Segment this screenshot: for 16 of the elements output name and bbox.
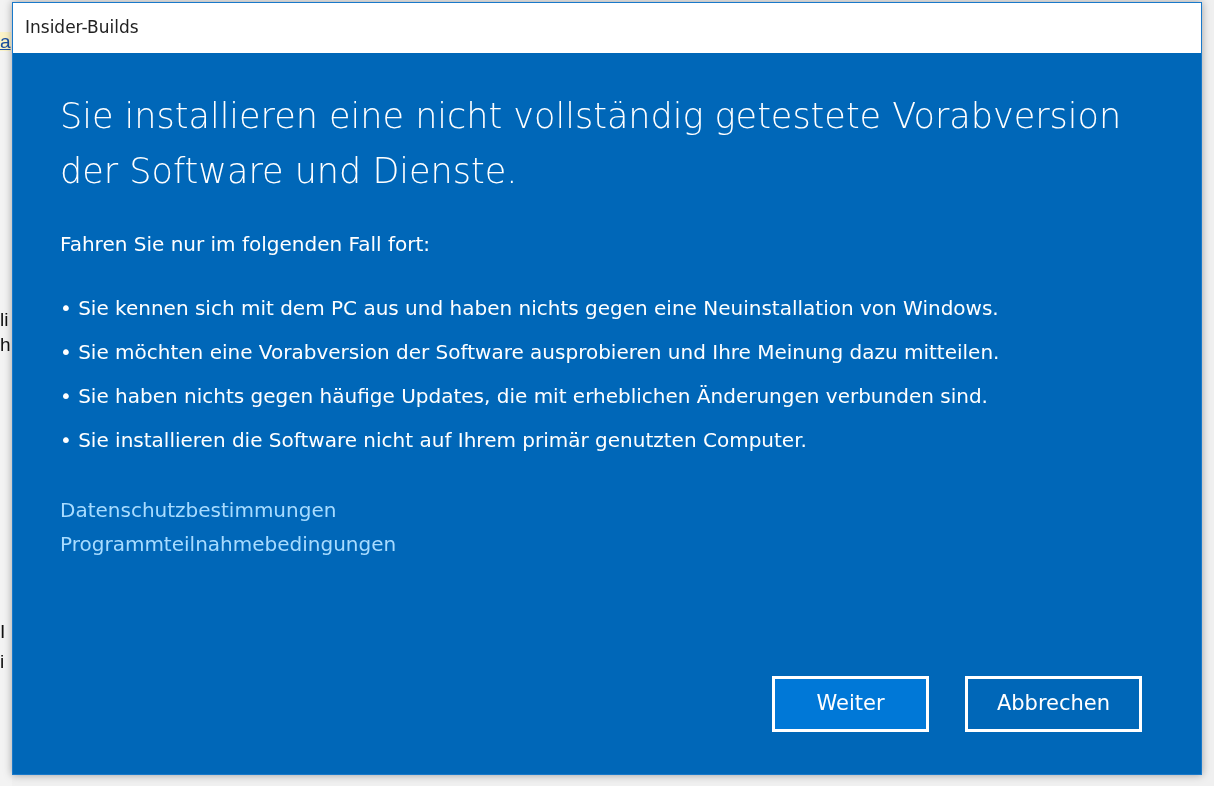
link[interactable]: Programmteilnahmebedingungen: [60, 527, 397, 561]
background-text: li: [0, 310, 9, 329]
dialog-heading: Sie installieren eine nicht vollständig getestete Vorabversion der Software und Dienste.: [60, 95, 1123, 193]
background-text: i: [0, 652, 5, 671]
bullet-text: • Sie haben nichts gegen häufige Updates, die mit erheblichen Änderungen verbunden sind.: [60, 383, 989, 410]
intro-text: Fahren Sie nur im folgenden Fall fort:: [60, 231, 431, 258]
bullet-text: • Sie kennen sich mit dem PC aus und haben nichts gegen eine Neuinstallation von Windows.: [60, 295, 1000, 322]
bullet-text: • Sie installieren die Software nicht auf Ihrem primär genutzten Computer.: [60, 427, 808, 454]
background-text: h: [0, 335, 11, 354]
cancel-button[interactable]: Abbrechen: [965, 676, 1142, 732]
background-text: a: [0, 32, 11, 51]
continue-button[interactable]: Weiter: [772, 676, 929, 732]
link[interactable]: Datenschutzbestimmungen: [60, 493, 337, 527]
background-text: I: [0, 622, 6, 641]
window-title: Insider-Builds: [25, 16, 139, 40]
bullet-text: • Sie möchten eine Vorabversion der Software ausprobieren und Ihre Meinung dazu mitteilen.: [60, 339, 1001, 366]
